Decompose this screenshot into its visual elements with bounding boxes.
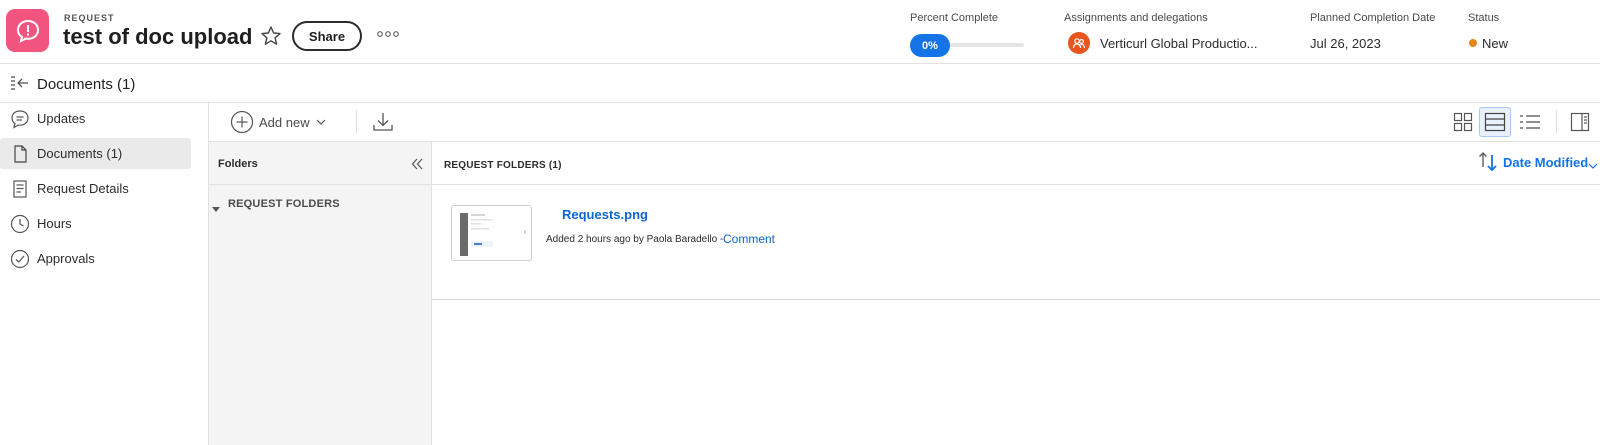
share-button[interactable]: Share [292, 21, 362, 51]
list-view-button[interactable] [1479, 107, 1511, 137]
document-meta: Added 2 hours ago by Paola Baradello - [546, 234, 724, 245]
document-name-link[interactable]: Requests.png [562, 207, 648, 222]
team-avatar-icon [1068, 32, 1090, 54]
nav-item-updates[interactable]: Updates [0, 103, 191, 134]
grid-view-icon [1453, 112, 1473, 132]
double-chevron-left-icon[interactable] [410, 157, 424, 171]
more-options-icon[interactable] [376, 27, 400, 41]
status-value[interactable]: New [1482, 36, 1508, 51]
star-icon[interactable] [260, 25, 282, 47]
compact-list-view-button[interactable] [1514, 107, 1546, 137]
percent-complete-track[interactable] [948, 43, 1024, 47]
assignments-label: Assignments and delegations [1064, 12, 1208, 24]
nav-item-label: Hours [37, 216, 72, 231]
document-thumbnail[interactable] [451, 205, 532, 261]
planned-completion-value[interactable]: Jul 26, 2023 [1310, 36, 1381, 51]
content-header [432, 142, 1600, 185]
download-icon[interactable] [371, 110, 395, 134]
add-circle-icon [230, 110, 254, 134]
checkmark-circle-icon [10, 249, 30, 269]
collapse-panel-icon[interactable] [10, 74, 30, 92]
caret-down-icon[interactable] [212, 200, 220, 212]
documents-toolbar [209, 103, 1600, 142]
nav-item-label: Updates [37, 111, 86, 126]
nav-item-request-details[interactable]: Request Details [0, 173, 191, 204]
details-panel-button[interactable] [1564, 107, 1596, 137]
object-type-label: REQUEST [64, 13, 115, 23]
clock-icon [10, 214, 30, 234]
chevron-down-icon[interactable] [1588, 157, 1598, 169]
page-title[interactable]: test of doc upload [63, 24, 252, 50]
compact-list-icon [1519, 113, 1541, 131]
sub-header [0, 64, 1600, 103]
section-title: Documents (1) [37, 76, 136, 93]
folder-tree-root[interactable]: REQUEST FOLDERS [228, 198, 340, 210]
status-dot [1469, 39, 1477, 47]
document-icon [10, 144, 30, 164]
chevron-down-icon [316, 118, 326, 126]
nav-item-documents[interactable]: Documents (1) [0, 138, 191, 169]
planned-completion-label: Planned Completion Date [1310, 12, 1436, 24]
nav-item-approvals[interactable]: Approvals [0, 243, 191, 274]
sort-icon[interactable] [1477, 150, 1499, 172]
percent-complete-value[interactable]: 0% [910, 34, 950, 57]
side-panel-icon [1570, 112, 1590, 132]
add-new-label: Add new [259, 114, 310, 130]
comment-link[interactable]: Comment [723, 232, 775, 246]
toolbar-divider [1556, 110, 1557, 134]
speech-bubble-icon [10, 109, 30, 129]
folders-title: Folders [218, 158, 258, 170]
toolbar-divider [356, 110, 357, 134]
request-type-icon [6, 9, 49, 52]
percent-complete-label: Percent Complete [910, 12, 999, 24]
add-new-button[interactable]: Add new [230, 109, 326, 135]
nav-item-label: Request Details [37, 181, 129, 196]
status-label: Status [1468, 12, 1500, 24]
nav-item-label: Approvals [37, 251, 95, 266]
assignments-value[interactable]: Verticurl Global Productio... [1100, 36, 1258, 51]
list-view-icon [1484, 112, 1506, 132]
folders-panel [209, 142, 432, 445]
details-icon [10, 179, 30, 199]
nav-item-hours[interactable]: Hours [0, 208, 191, 239]
sort-dropdown[interactable]: Date Modified [1503, 155, 1588, 170]
nav-item-label: Documents (1) [37, 146, 123, 161]
content-title: REQUEST FOLDERS (1) [444, 160, 562, 171]
grid-view-button[interactable] [1447, 107, 1479, 137]
